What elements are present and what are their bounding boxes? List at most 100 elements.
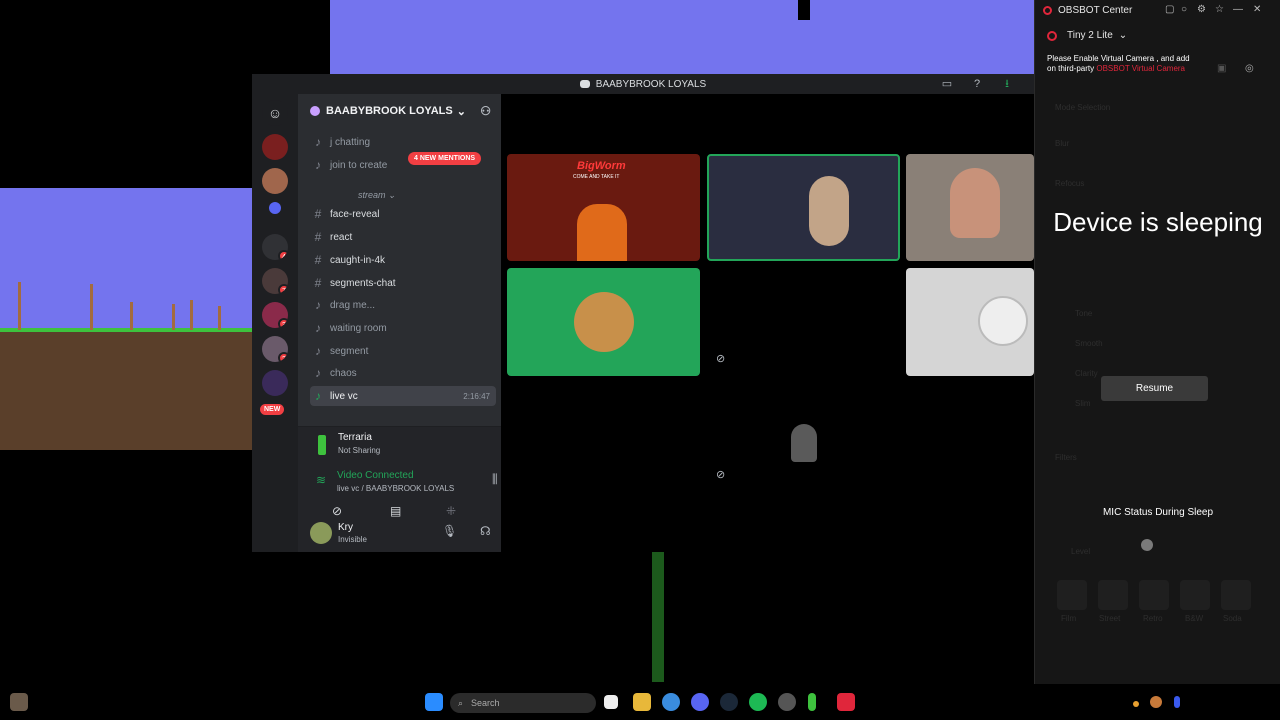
microphone-icon[interactable]: 🎙︎ — [442, 524, 457, 538]
channel-label: react — [330, 231, 353, 243]
user-panel: Kry Invisible 🎙︎ ☊ ⚙ — [298, 522, 529, 552]
channel-sidebar: BAABYBROOK LOYALS ⌄ ⚇ ♪ j chatting 4 NEW … — [298, 94, 533, 552]
streamer-figure — [577, 204, 627, 261]
tray-icon[interactable] — [1150, 696, 1162, 708]
discord-home-icon[interactable]: ☺ — [262, 100, 288, 126]
obsbot-window: OBSBOT Center ▢ ○ ⚙ ☆ — ✕ Tiny 2 Lite ⌄ … — [1034, 0, 1280, 684]
game-sky-left — [0, 188, 252, 334]
channel-label: drag me... — [330, 299, 376, 311]
channel-item[interactable]: ♪ drag me... — [310, 295, 496, 315]
activities-icon[interactable]: ⁜ — [446, 504, 456, 518]
signal-icon[interactable]: ≋ — [316, 473, 326, 487]
invite-user-icon[interactable]: ⚇ — [480, 104, 491, 118]
video-tile-participant[interactable] — [906, 154, 1034, 261]
muted-icon: ⊘ — [716, 353, 726, 365]
server-icon-inferno[interactable] — [262, 134, 288, 160]
video-tile-speaking[interactable] — [707, 154, 900, 261]
close-icon[interactable]: ✕ — [1253, 4, 1261, 15]
hash-icon: # — [314, 276, 322, 290]
discord-taskbar-icon[interactable] — [691, 693, 709, 711]
server-icon[interactable]: 4 — [262, 234, 288, 260]
app-icon[interactable] — [778, 693, 796, 711]
channel-item[interactable]: ♪ j chatting — [310, 132, 496, 152]
mic-slider-thumb[interactable] — [1141, 539, 1153, 551]
avatar — [978, 296, 1028, 346]
help-icon[interactable]: ? — [970, 77, 984, 91]
video-tile-avatar[interactable] — [507, 268, 700, 376]
snapshot-icon[interactable]: ▣ — [1217, 63, 1226, 74]
record-icon[interactable]: ○ — [1181, 4, 1187, 15]
server-icon[interactable]: 3 — [262, 302, 288, 328]
obsbot-taskbar-icon[interactable] — [837, 693, 855, 711]
chevron-down-icon: ⌄ — [1118, 30, 1128, 41]
video-tile-off[interactable]: ⊘ — [707, 268, 900, 376]
virtual-camera-notice: Please Enable Virtual Camera , and add o… — [1047, 54, 1197, 74]
channel-item-live-vc[interactable]: ♪ live vc 2:16:47 — [310, 386, 496, 406]
server-icon[interactable] — [262, 370, 288, 396]
window-mode-icon[interactable]: ▢ — [1165, 4, 1174, 15]
server-icon[interactable]: 7 — [262, 268, 288, 294]
power-icon[interactable] — [1047, 30, 1057, 41]
channel-item[interactable]: # segments-chat — [310, 273, 496, 293]
channel-item[interactable]: # face-reveal — [310, 204, 496, 224]
channel-item[interactable]: ♪ chaos — [310, 363, 496, 383]
live-timer: 2:16:47 — [463, 391, 490, 401]
pin-icon[interactable]: ☆ — [1215, 4, 1224, 15]
discord-titlebar: BAABYBROOK LOYALS ▭ ? ⭳ — [252, 74, 1034, 94]
channel-item[interactable]: ♪ segment — [310, 341, 496, 361]
folder-icon[interactable] — [269, 202, 281, 214]
weather-widget-icon[interactable] — [10, 693, 28, 711]
video-stage: BigWorm COME AND TAKE IT ⊘ ⊘ — [501, 94, 1034, 552]
file-explorer-icon[interactable] — [633, 693, 651, 711]
server-icon[interactable] — [262, 168, 288, 194]
category-stream[interactable]: stream ⌄ — [358, 190, 396, 201]
headphones-icon[interactable]: ☊ — [480, 524, 491, 538]
steam-icon[interactable] — [720, 693, 738, 711]
voice-channel: live vc / BAABYBROOK LOYALS — [337, 484, 455, 493]
device-selector[interactable]: Tiny 2 Lite ⌄ — [1047, 30, 1127, 41]
noise-suppression-icon[interactable]: ⫼ — [492, 472, 498, 487]
channel-item[interactable]: # caught-in-4k — [310, 250, 496, 270]
camera-off-icon[interactable]: ⊘ — [332, 504, 342, 518]
search-box[interactable]: ⌕ Search — [450, 693, 596, 713]
task-view-icon[interactable] — [604, 695, 618, 709]
server-badge: 7 — [278, 284, 288, 294]
windows-start-icon[interactable] — [425, 693, 443, 711]
download-icon[interactable]: ⭳ — [1000, 77, 1014, 91]
game-tree — [18, 282, 21, 330]
video-tile-off[interactable]: ⊘ — [707, 384, 900, 492]
video-tile-bigworm[interactable]: BigWorm COME AND TAKE IT — [507, 154, 700, 261]
ghost-label: Clarity — [1075, 369, 1098, 378]
discord-avatar-icon — [574, 292, 634, 352]
speaker-icon: ♪ — [315, 158, 321, 172]
notice-link[interactable]: OBSBOT Virtual Camera — [1096, 64, 1185, 73]
tray-icon[interactable] — [1133, 701, 1139, 707]
camera-icon[interactable]: ◎ — [1245, 63, 1254, 74]
activity-panel: Terraria Not Sharing ▣ — [298, 426, 528, 464]
avatar[interactable] — [310, 522, 332, 544]
guild-header[interactable]: BAABYBROOK LOYALS ⌄ ⚇ — [298, 94, 501, 128]
game-hole — [798, 0, 810, 20]
game-dirt — [0, 330, 252, 450]
filter-tile — [1180, 580, 1210, 610]
channel-label: join to create — [330, 159, 388, 171]
tile-subtext: COME AND TAKE IT — [573, 174, 620, 180]
inbox-icon[interactable]: ▭ — [940, 77, 954, 91]
spotify-icon[interactable] — [749, 693, 767, 711]
minimize-icon[interactable]: — — [1233, 4, 1243, 15]
muted-icon: ⊘ — [716, 469, 726, 481]
server-list: ☺ 4 7 3 2 NEW — [252, 94, 298, 552]
server-icon[interactable]: 2 — [262, 336, 288, 362]
channel-item[interactable]: ♪ join to create — [310, 155, 496, 175]
share-screen-icon[interactable]: ▤ — [390, 504, 401, 518]
channel-item[interactable]: # react — [310, 227, 496, 247]
tray-mic-icon[interactable] — [1174, 696, 1180, 708]
video-tile-avatar[interactable] — [906, 268, 1034, 376]
resume-button[interactable]: Resume — [1101, 376, 1208, 401]
settings-icon[interactable]: ⚙ — [1197, 4, 1206, 15]
obsbot-title: OBSBOT Center — [1058, 4, 1133, 16]
channel-item[interactable]: ♪ waiting room — [310, 318, 496, 338]
ghost-label: Tone — [1075, 309, 1093, 318]
chrome-icon[interactable] — [662, 693, 680, 711]
terraria-taskbar-icon[interactable] — [808, 693, 816, 711]
